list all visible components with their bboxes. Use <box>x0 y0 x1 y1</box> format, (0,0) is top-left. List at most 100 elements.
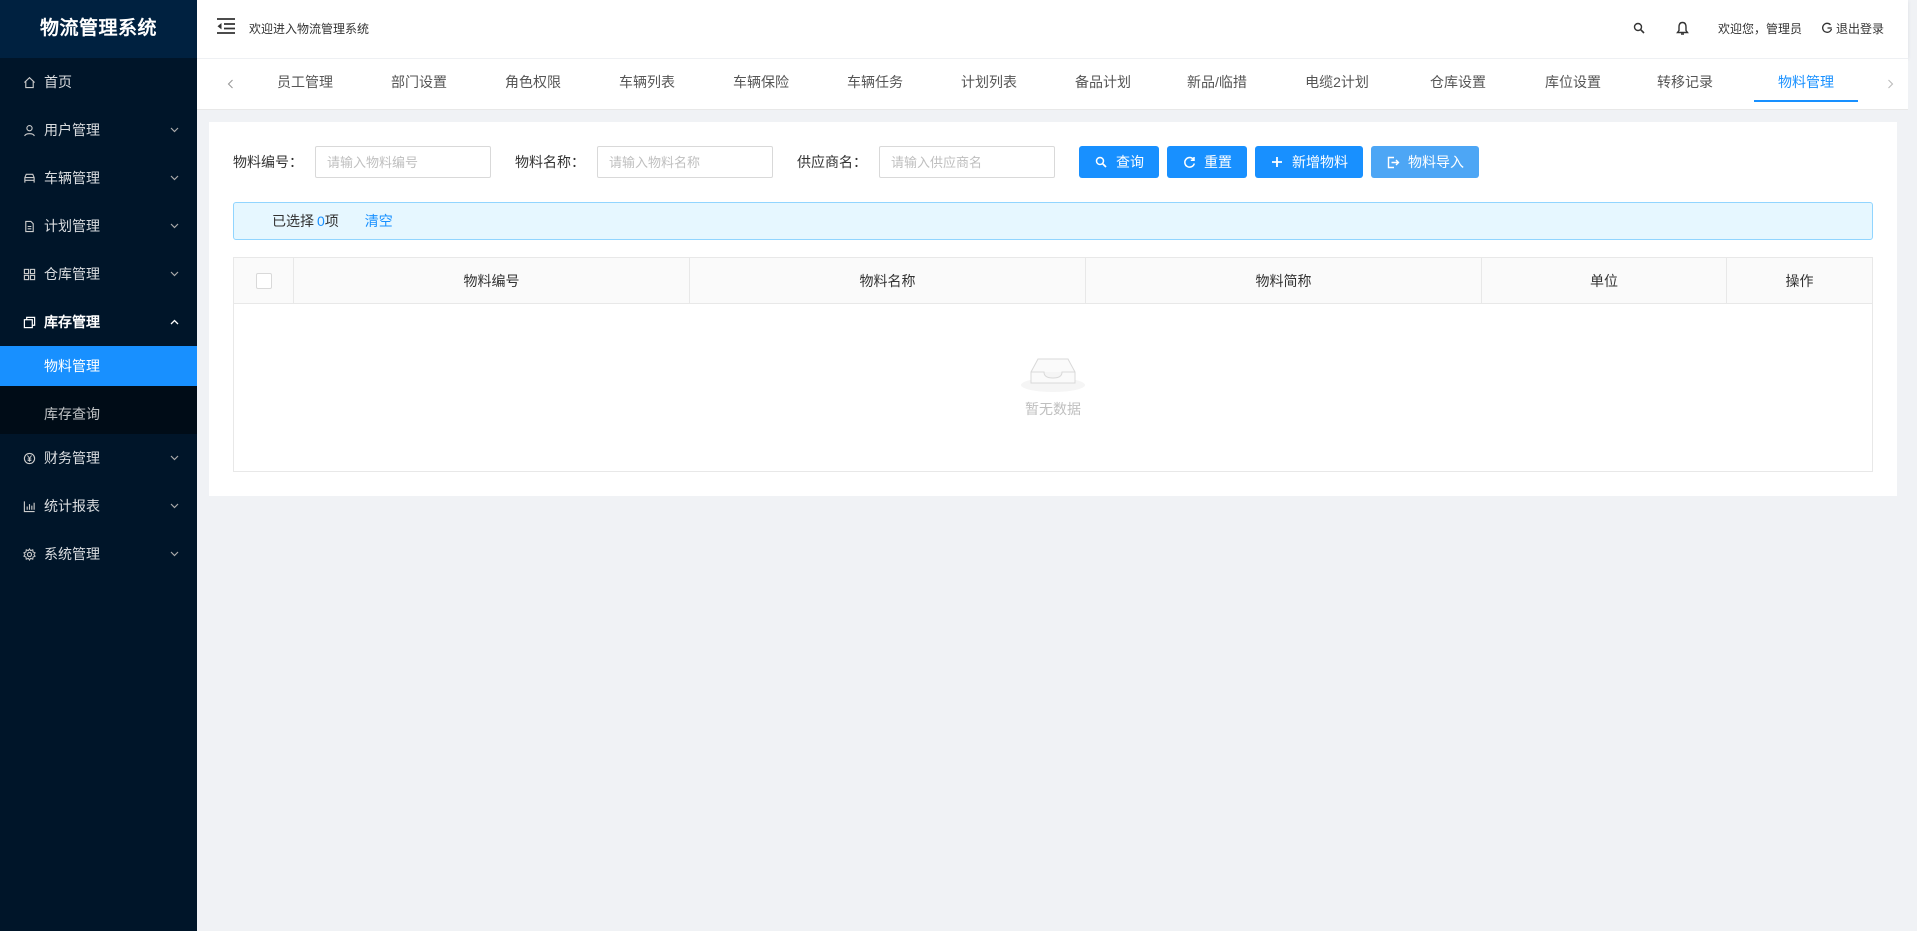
sidebar-item-inventory[interactable]: 库存管理 <box>0 298 197 346</box>
empty-text: 暂无数据 <box>1025 401 1081 417</box>
tab-new-product[interactable]: 新品/临措 <box>1160 58 1274 110</box>
sidebar: 物流管理系统 首页 用户管理 车辆管理 计划管理 仓库管理 库存管理 物料管理 … <box>0 0 197 931</box>
sidebar-item-vehicles[interactable]: 车辆管理 <box>0 154 197 202</box>
column-header: 物料名称 <box>690 258 1086 303</box>
sidebar-item-users[interactable]: 用户管理 <box>0 106 197 154</box>
tab-bar: 员工管理 部门设置 角色权限 车辆列表 车辆保险 车辆任务 计划列表 备品计划 … <box>197 58 1908 110</box>
selection-suffix: 项 <box>324 213 339 229</box>
home-icon <box>22 75 36 89</box>
file-icon <box>22 219 36 233</box>
tab-role[interactable]: 角色权限 <box>476 58 590 110</box>
tab-scroll-left-icon[interactable] <box>212 64 248 104</box>
sidebar-item-system[interactable]: 系统管理 <box>0 530 197 578</box>
sidebar-item-label: 系统管理 <box>44 546 100 562</box>
car-icon <box>22 171 36 185</box>
sidebar-item-finance[interactable]: 财务管理 <box>0 434 197 482</box>
tab-plan-list[interactable]: 计划列表 <box>932 58 1046 110</box>
bell-icon[interactable] <box>1676 21 1690 35</box>
tab-location-settings[interactable]: 库位设置 <box>1516 58 1630 110</box>
column-header: 单位 <box>1482 258 1727 303</box>
supplier-name-label: 供应商名： <box>797 154 867 170</box>
inventory-submenu: 物料管理 库存查询 <box>0 346 197 434</box>
import-material-button-label: 物料导入 <box>1408 154 1464 170</box>
bar-chart-icon <box>22 499 36 513</box>
empty-state: 暂无数据 <box>234 304 1872 471</box>
chevron-down-icon <box>169 221 179 231</box>
query-button[interactable]: 查询 <box>1079 146 1159 178</box>
tab-cable-plan[interactable]: 电缆2计划 <box>1274 58 1400 110</box>
chevron-down-icon <box>169 173 179 183</box>
logout-icon <box>1820 21 1834 35</box>
tab-transfer-records[interactable]: 转移记录 <box>1630 58 1740 110</box>
reload-icon <box>1182 155 1196 169</box>
user-greeting: 欢迎您，管理员 <box>1717 21 1802 36</box>
select-all-checkbox[interactable] <box>255 272 272 289</box>
search-icon[interactable] <box>1632 21 1646 35</box>
sidebar-item-label: 仓库管理 <box>44 266 100 282</box>
tab-materials[interactable]: 物料管理 <box>1754 58 1858 110</box>
add-material-button[interactable]: 新增物料 <box>1255 146 1363 178</box>
chevron-up-icon <box>169 317 179 327</box>
tab-spare-plan[interactable]: 备品计划 <box>1046 58 1160 110</box>
sidebar-item-reports[interactable]: 统计报表 <box>0 482 197 530</box>
table-header: 物料编号 物料名称 物料简称 单位 操作 <box>234 258 1872 304</box>
empty-inbox-icon <box>1021 352 1085 393</box>
sidebar-subitem-materials[interactable]: 物料管理 <box>0 346 197 386</box>
chevron-down-icon <box>169 125 179 135</box>
sidebar-item-warehouse[interactable]: 仓库管理 <box>0 250 197 298</box>
logout-label: 退出登录 <box>1835 21 1884 36</box>
material-name-input[interactable] <box>597 146 773 178</box>
user-icon <box>22 123 36 137</box>
sidebar-item-label: 统计报表 <box>44 498 100 514</box>
gear-icon <box>22 547 36 561</box>
sidebar-item-label: 库存管理 <box>44 314 100 330</box>
sidebar-item-label: 车辆管理 <box>44 170 100 186</box>
tab-vehicle-task[interactable]: 车辆任务 <box>818 58 932 110</box>
sidebar-item-home[interactable]: 首页 <box>0 58 197 106</box>
selection-prefix: 已选择 <box>272 213 314 229</box>
tab-warehouse-settings[interactable]: 仓库设置 <box>1400 58 1516 110</box>
add-material-button-label: 新增物料 <box>1292 154 1348 170</box>
column-header: 物料编号 <box>294 258 690 303</box>
copy-icon <box>22 315 36 329</box>
sidebar-subitem-stock-query[interactable]: 库存查询 <box>0 394 197 434</box>
column-header: 物料简称 <box>1086 258 1482 303</box>
import-material-button[interactable]: 物料导入 <box>1371 146 1479 178</box>
reset-button-label: 重置 <box>1204 154 1232 170</box>
menu-fold-icon[interactable] <box>215 15 237 37</box>
clear-selection-link[interactable]: 清空 <box>365 211 393 231</box>
column-header: 操作 <box>1785 272 1814 289</box>
app-logo: 物流管理系统 <box>0 0 197 58</box>
sidebar-item-plans[interactable]: 计划管理 <box>0 202 197 250</box>
grid-icon <box>22 267 36 281</box>
tab-vehicle-insurance[interactable]: 车辆保险 <box>704 58 818 110</box>
tab-scroll-right-icon[interactable] <box>1872 64 1908 104</box>
logout-link[interactable]: 退出登录 <box>1820 20 1884 37</box>
search-form: 物料编号： 物料名称： 供应商名： 查询 重置 新增物料 <box>233 146 1479 178</box>
plus-icon <box>1270 155 1284 169</box>
main-panel: 物料编号： 物料名称： 供应商名： 查询 重置 新增物料 <box>209 122 1897 496</box>
material-name-label: 物料名称： <box>515 154 585 170</box>
chevron-down-icon <box>169 453 179 463</box>
reset-button[interactable]: 重置 <box>1167 146 1247 178</box>
top-header: 欢迎进入物流管理系统 欢迎您，管理员 退出登录 <box>197 0 1908 58</box>
tab-employee[interactable]: 员工管理 <box>248 58 362 110</box>
tab-department[interactable]: 部门设置 <box>362 58 476 110</box>
tab-vehicle-list[interactable]: 车辆列表 <box>590 58 704 110</box>
materials-table: 物料编号 物料名称 物料简称 单位 操作 暂无数据 <box>233 257 1873 472</box>
header-actions: 欢迎您，管理员 退出登录 <box>1632 20 1908 37</box>
supplier-name-input[interactable] <box>879 146 1055 178</box>
material-code-input[interactable] <box>315 146 491 178</box>
welcome-text: 欢迎进入物流管理系统 <box>249 21 370 36</box>
query-button-label: 查询 <box>1116 154 1144 170</box>
material-code-label: 物料编号： <box>233 154 303 170</box>
sidebar-item-label: 计划管理 <box>44 218 100 234</box>
chevron-down-icon <box>169 549 179 559</box>
sidebar-item-label: 用户管理 <box>44 122 100 138</box>
selection-alert: 已选择 0 项 清空 <box>233 202 1873 240</box>
search-icon <box>1094 155 1108 169</box>
import-icon <box>1386 155 1400 169</box>
sidebar-item-label: 首页 <box>44 74 72 90</box>
selection-count: 0 <box>317 213 325 229</box>
chevron-down-icon <box>169 269 179 279</box>
